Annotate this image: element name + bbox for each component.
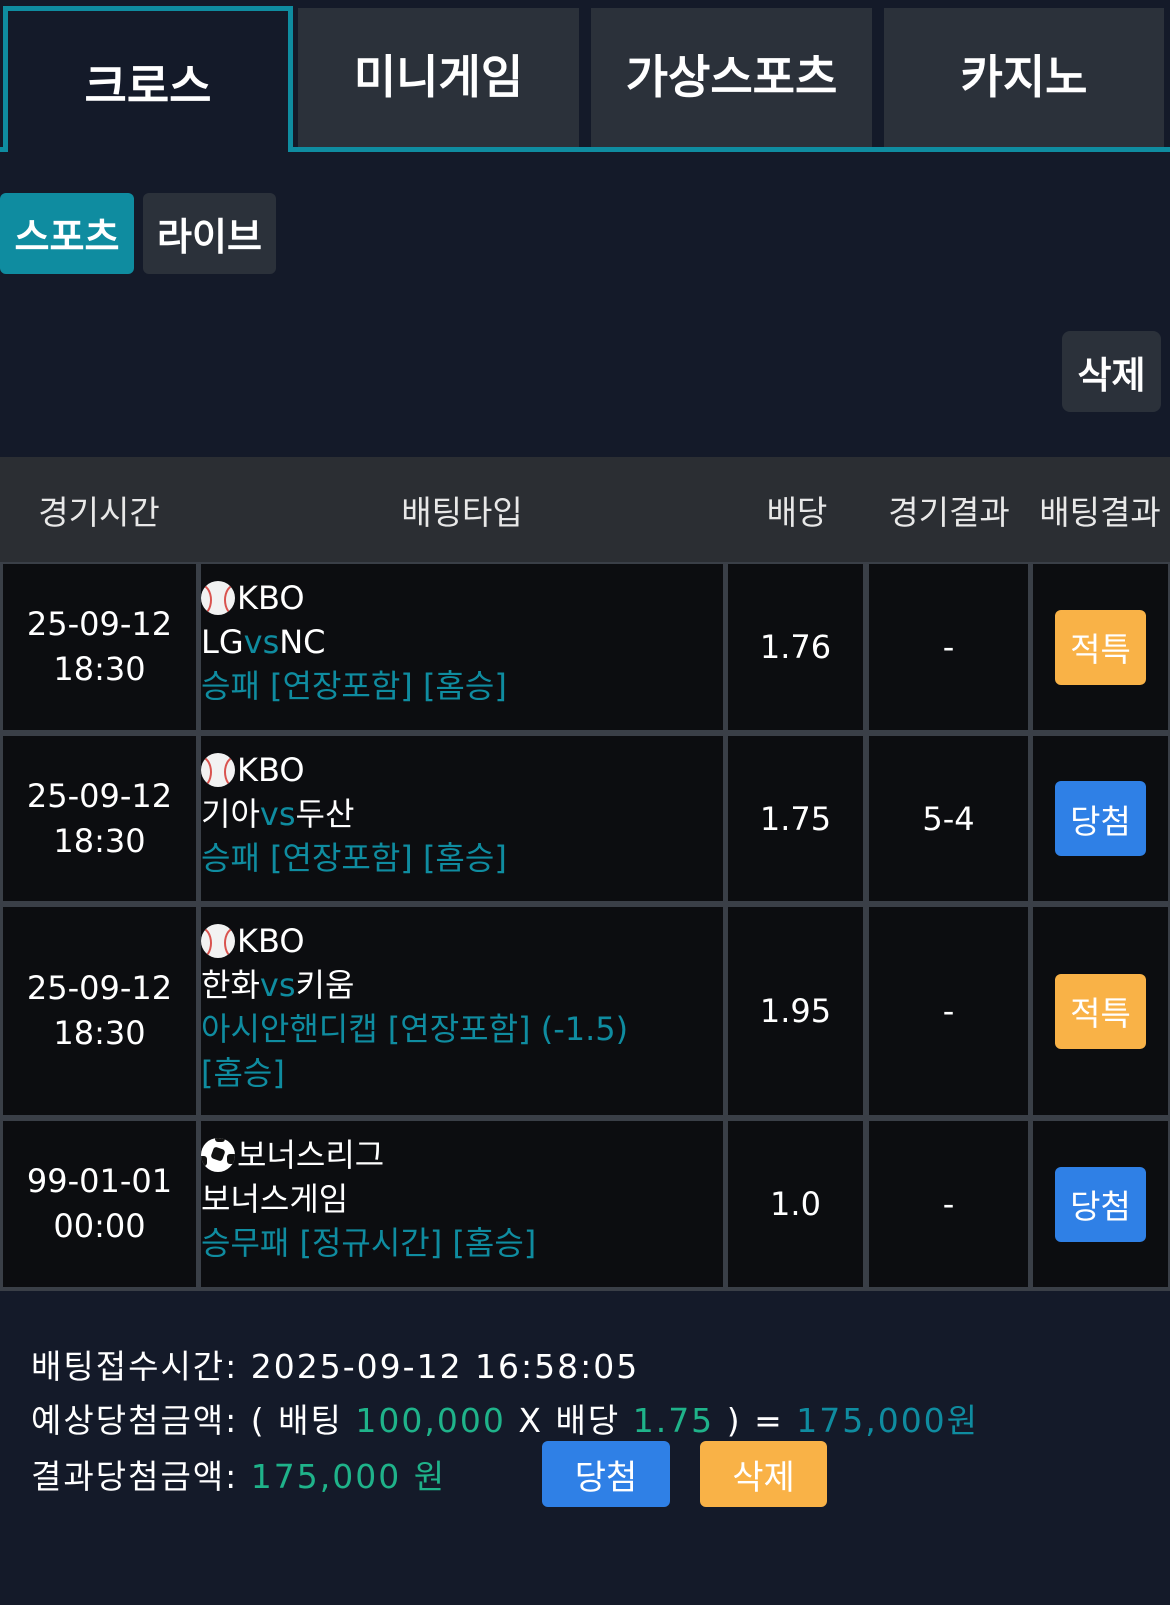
result-badge[interactable]: 당첨 bbox=[1055, 781, 1146, 856]
home-team: 한화 bbox=[201, 966, 260, 1004]
odds-cell: 1.75 bbox=[728, 736, 863, 901]
match-time-cell: 25-09-12 18:30 bbox=[3, 564, 196, 730]
match-time: 18:30 bbox=[53, 821, 146, 860]
vs-label: vs bbox=[259, 795, 296, 833]
tab-minigame[interactable]: 미니게임 bbox=[298, 8, 579, 147]
table-row: 25-09-12 18:30 KBO 한화 vs 키움 아시안핸디캡 [연장포함] … bbox=[0, 905, 1170, 1119]
header-bet-type: 배팅타입 bbox=[401, 492, 523, 532]
result-badge[interactable]: 적특 bbox=[1055, 609, 1146, 685]
odds-cell: 1.0 bbox=[728, 1121, 863, 1287]
table-row: 99-01-01 00:00 보너스리그 보너스게임 승무패 [정규시간] [홈… bbox=[0, 1119, 1170, 1291]
score-cell: - bbox=[869, 1121, 1028, 1287]
bet-amount: 100,000 bbox=[355, 1401, 506, 1440]
result-cell: 적특 bbox=[1033, 564, 1168, 730]
result-amount: 175,000 원 bbox=[250, 1457, 447, 1496]
baseball-icon bbox=[201, 924, 235, 958]
total-odds: 1.75 bbox=[632, 1401, 715, 1440]
result-cell: 당첨 bbox=[1033, 736, 1168, 901]
baseball-icon bbox=[201, 581, 235, 615]
sub-tab-live[interactable]: 라이브 bbox=[143, 193, 276, 274]
result-amount-line: 결과당첨금액: 175,000 원 bbox=[31, 1450, 446, 1498]
bet-time-line: 배팅접수시간: 2025-09-12 16:58:05 bbox=[31, 1340, 639, 1388]
header-bet-result: 배팅결과 bbox=[1039, 492, 1161, 532]
bet-label: 배팅 bbox=[278, 1401, 343, 1440]
tab-casino[interactable]: 카지노 bbox=[884, 8, 1164, 147]
bet-pick: 승무패 [정규시간] [홈승] bbox=[201, 1224, 537, 1262]
baseball-icon bbox=[201, 753, 235, 787]
expected-amount-line: 예상당첨금액: ( 배팅 100,000 X 배당 1.75 ) = 175,0… bbox=[31, 1394, 979, 1442]
match-time-cell: 25-09-12 18:30 bbox=[3, 907, 196, 1115]
expected-amount: 175,000원 bbox=[796, 1401, 980, 1440]
tab-virtual-sports[interactable]: 가상스포츠 bbox=[591, 8, 872, 147]
result-badge[interactable]: 적특 bbox=[1055, 973, 1146, 1049]
soccer-ball-icon bbox=[201, 1138, 235, 1172]
tab-cross[interactable]: 크로스 bbox=[3, 6, 293, 152]
expected-label: 예상당첨금액: bbox=[31, 1401, 239, 1440]
bet-time-value: 2025-09-12 16:58:05 bbox=[250, 1347, 640, 1386]
home-team: 기아 bbox=[201, 795, 260, 833]
table-row: 25-09-12 18:30 KBO 기아 vs 두산 승패 [연장포함] [홈승]… bbox=[0, 734, 1170, 905]
bet-pick: 승패 [연장포함] [홈승] bbox=[201, 839, 507, 877]
vs-label: vs bbox=[243, 623, 280, 661]
header-odds: 배당 bbox=[766, 492, 828, 532]
result-cell: 적특 bbox=[1033, 907, 1168, 1115]
match-date: 99-01-01 bbox=[26, 1162, 173, 1200]
league-name: KBO bbox=[237, 922, 305, 960]
match-time: 00:00 bbox=[53, 1207, 146, 1245]
bet-type-cell: 보너스리그 보너스게임 승무패 [정규시간] [홈승] bbox=[201, 1121, 723, 1287]
score-cell: 5-4 bbox=[869, 736, 1028, 901]
match-date: 25-09-12 bbox=[26, 776, 173, 815]
match-date: 25-09-12 bbox=[26, 969, 173, 1007]
win-button[interactable]: 당첨 bbox=[542, 1441, 670, 1507]
match-time-cell: 25-09-12 18:30 bbox=[3, 736, 196, 901]
result-label: 결과당첨금액: bbox=[31, 1457, 239, 1496]
odds-label: 배당 bbox=[555, 1401, 621, 1440]
equals-sign: = bbox=[754, 1401, 784, 1440]
result-badge[interactable]: 당첨 bbox=[1055, 1166, 1146, 1242]
delete-button[interactable]: 삭제 bbox=[1062, 331, 1161, 412]
bet-type-cell: KBO 기아 vs 두산 승패 [연장포함] [홈승] bbox=[201, 736, 723, 901]
away-team: NC bbox=[279, 623, 326, 661]
bet-type-cell: KBO LG vs NC 승패 [연장포함] [홈승] bbox=[201, 564, 723, 730]
home-team: LG bbox=[201, 623, 244, 661]
close-paren: ) bbox=[726, 1401, 742, 1440]
score-cell: - bbox=[869, 907, 1028, 1115]
header-match-time: 경기시간 bbox=[38, 492, 160, 532]
open-paren: ( bbox=[250, 1401, 266, 1440]
top-tab-bar: 크로스 미니게임 가상스포츠 카지노 bbox=[0, 0, 1170, 152]
away-team: 키움 bbox=[295, 966, 355, 1004]
table-header: 경기시간 배팅타입 배당 경기결과 배팅결과 bbox=[0, 457, 1170, 562]
header-match-result: 경기결과 bbox=[888, 492, 1010, 532]
delete-bet-button[interactable]: 삭제 bbox=[700, 1441, 827, 1507]
odds-cell: 1.76 bbox=[728, 564, 863, 730]
bet-pick: 승패 [연장포함] [홈승] bbox=[201, 667, 507, 705]
vs-label: vs bbox=[259, 966, 296, 1004]
away-team: 두산 bbox=[295, 795, 355, 833]
result-cell: 당첨 bbox=[1033, 1121, 1168, 1287]
league-name: KBO bbox=[237, 579, 305, 617]
match-time: 18:30 bbox=[53, 650, 146, 688]
match-time: 18:30 bbox=[53, 1014, 146, 1052]
bet-pick: 아시안핸디캡 [연장포함] (-1.5) [홈승] bbox=[201, 1010, 629, 1092]
match-name: 보너스게임 bbox=[201, 1180, 349, 1218]
bet-type-cell: KBO 한화 vs 키움 아시안핸디캡 [연장포함] (-1.5) [홈승] bbox=[201, 907, 723, 1115]
league-name: KBO bbox=[237, 751, 305, 789]
table-row: 25-09-12 18:30 KBO LG vs NC 승패 [연장포함] [홈승]… bbox=[0, 562, 1170, 734]
sub-tab-sports[interactable]: 스포츠 bbox=[0, 193, 134, 274]
score-cell: - bbox=[869, 564, 1028, 730]
multiply-sign: X bbox=[518, 1401, 543, 1440]
odds-cell: 1.95 bbox=[728, 907, 863, 1115]
league-name: 보너스리그 bbox=[237, 1136, 385, 1174]
match-time-cell: 99-01-01 00:00 bbox=[3, 1121, 196, 1287]
match-date: 25-09-12 bbox=[26, 605, 173, 643]
bet-time-label: 배팅접수시간: bbox=[31, 1347, 239, 1386]
